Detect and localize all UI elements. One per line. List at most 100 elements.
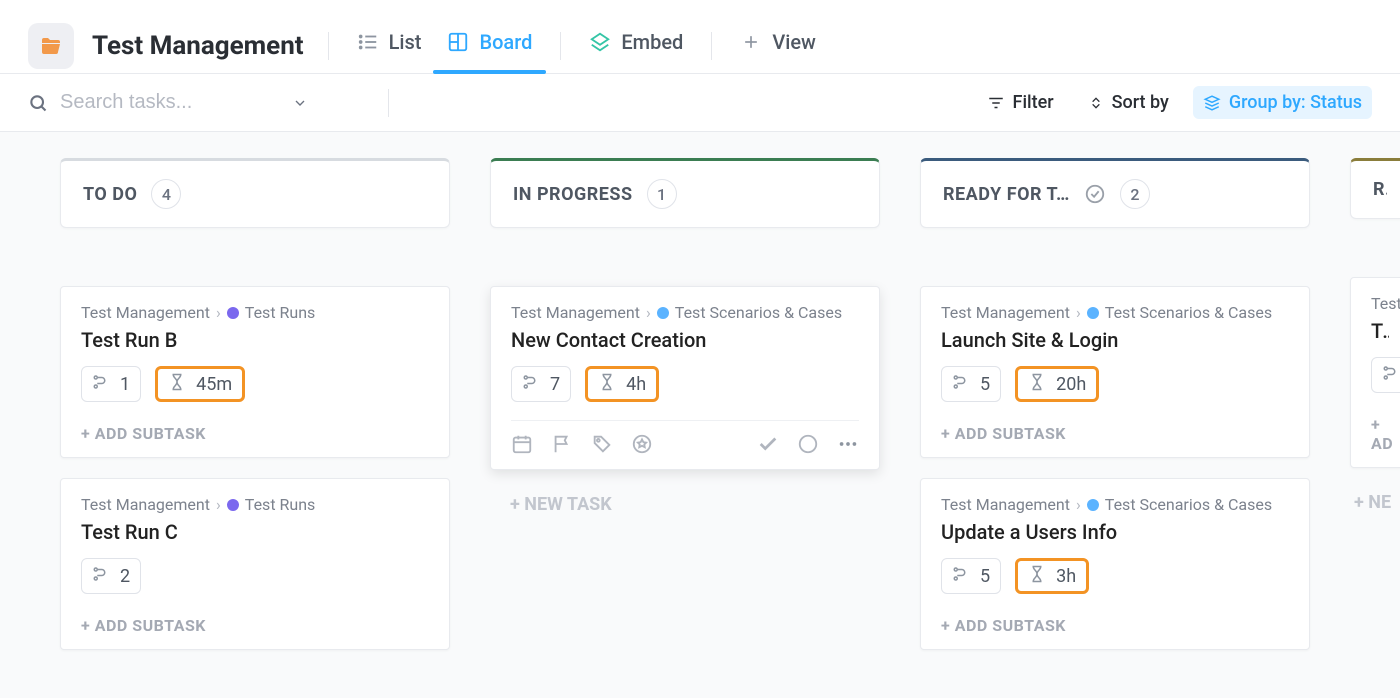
divider [388,89,389,117]
breadcrumb-root[interactable]: Test Management [511,303,640,322]
task-card[interactable]: Test Management › Test Scenarios & Cases… [920,478,1310,650]
breadcrumb-leaf[interactable]: Test Scenarios & Cases [1105,495,1272,514]
tab-board[interactable]: Board [443,18,536,74]
breadcrumb-leaf[interactable]: Test Runs [245,303,316,322]
board: TO DO 4 Test Management › Test Runs Test… [0,132,1400,698]
time-value: 45m [196,374,232,395]
flag-icon[interactable] [551,433,573,455]
subtask-count: 7 [550,374,560,395]
task-title: Test [1371,319,1389,343]
subtask-chip[interactable]: 1 [81,366,141,402]
subtask-count: 5 [980,374,990,395]
breadcrumb-leaf[interactable]: Test Runs [245,495,316,514]
divider [560,32,561,60]
breadcrumb-root[interactable]: Test Management [81,495,210,514]
check-circle-icon [1084,183,1106,205]
task-title: Test Run C [81,520,429,544]
breadcrumb: Test … [1371,294,1389,313]
category-dot-icon [227,307,239,319]
new-task-button[interactable]: + NE [1350,492,1400,513]
more-icon[interactable] [837,433,859,455]
filter-button[interactable]: Filter [977,86,1064,119]
star-icon[interactable] [631,433,653,455]
group-label: Group by: Status [1229,92,1362,113]
subtask-count: 1 [120,374,130,395]
task-card[interactable]: Test Management › Test Runs Test Run C 2… [60,478,450,650]
sort-label: Sort by [1112,92,1169,113]
folder-icon-button[interactable] [28,23,74,69]
subtask-chip[interactable]: 5 [941,558,1001,594]
task-card[interactable]: Test Management › Test Scenarios & Cases… [920,286,1310,458]
chevron-right-icon: › [646,303,651,322]
column-header[interactable]: IN PROGRESS 1 [490,158,880,228]
add-subtask-button[interactable]: + AD [1371,415,1389,453]
subtask-icon [952,373,974,395]
add-subtask-button[interactable]: + ADD SUBTASK [81,424,429,443]
task-title: Update a Users Info [941,520,1289,544]
circle-icon[interactable] [797,433,819,455]
column-title: READY FOR T… [943,184,1070,205]
divider [711,32,712,60]
subtask-icon [92,565,114,587]
time-chip[interactable]: 45m [155,366,245,402]
column-partial: REA Test … Test 2 + AD + NE [1350,158,1400,672]
plus-icon [740,31,762,53]
search-wrap [28,91,368,114]
check-icon[interactable] [757,433,779,455]
subtask-chip[interactable]: 7 [511,366,571,402]
add-subtask-button[interactable]: + ADD SUBTASK [941,616,1289,635]
breadcrumb-leaf[interactable]: Test Scenarios & Cases [1105,303,1272,322]
hourglass-icon [1028,565,1050,587]
folder-icon [39,34,63,58]
task-title: Launch Site & Login [941,328,1289,352]
time-chip[interactable]: 4h [585,366,659,402]
column-header[interactable]: REA [1350,158,1400,219]
breadcrumb-leaf[interactable]: Test Scenarios & Cases [675,303,842,322]
add-view-button[interactable]: View [736,18,820,74]
breadcrumb-root[interactable]: Test … [1371,294,1400,313]
tab-list[interactable]: List [353,18,426,74]
tab-embed[interactable]: Embed [585,18,687,74]
task-card[interactable]: Test … Test 2 + AD [1350,277,1400,468]
time-chip[interactable]: 20h [1015,366,1099,402]
filter-label: Filter [1013,92,1054,113]
group-button[interactable]: Group by: Status [1193,86,1372,119]
toolbar: Filter Sort by Group by: Status [0,74,1400,132]
time-chip[interactable]: 3h [1015,558,1089,594]
task-card[interactable]: Test Management › Test Scenarios & Cases… [490,286,880,470]
group-icon [1203,94,1221,112]
chevron-right-icon: › [216,303,221,322]
calendar-icon[interactable] [511,433,533,455]
breadcrumb: Test Management › Test Scenarios & Cases [511,303,859,322]
breadcrumb-root[interactable]: Test Management [941,303,1070,322]
search-icon [28,93,48,113]
subtask-icon [1382,364,1400,386]
subtask-count: 5 [980,566,990,587]
column-ready: READY FOR T… 2 Test Management › Test Sc… [920,158,1310,672]
subtask-chip[interactable]: 2 [81,558,141,594]
chevron-down-icon[interactable] [292,95,308,111]
chevron-right-icon: › [216,495,221,514]
column-header[interactable]: READY FOR T… 2 [920,158,1310,228]
add-subtask-button[interactable]: + ADD SUBTASK [81,616,429,635]
column-title: REA [1373,179,1387,200]
tag-icon[interactable] [591,433,613,455]
subtask-chip[interactable]: 5 [941,366,1001,402]
sort-icon [1088,95,1104,111]
breadcrumb-root[interactable]: Test Management [941,495,1070,514]
sort-button[interactable]: Sort by [1078,86,1179,119]
task-card[interactable]: Test Management › Test Runs Test Run B 1… [60,286,450,458]
card-actions [511,420,859,455]
subtask-icon [522,373,544,395]
chevron-right-icon: › [1076,495,1081,514]
search-input[interactable] [60,91,280,114]
new-task-button[interactable]: + NEW TASK [490,494,880,515]
tab-list-label: List [389,30,422,54]
embed-icon [589,31,611,53]
subtask-chip[interactable]: 2 [1371,357,1400,393]
breadcrumb-root[interactable]: Test Management [81,303,210,322]
subtask-count: 2 [120,566,130,587]
subtask-icon [92,373,114,395]
add-subtask-button[interactable]: + ADD SUBTASK [941,424,1289,443]
column-header[interactable]: TO DO 4 [60,158,450,228]
